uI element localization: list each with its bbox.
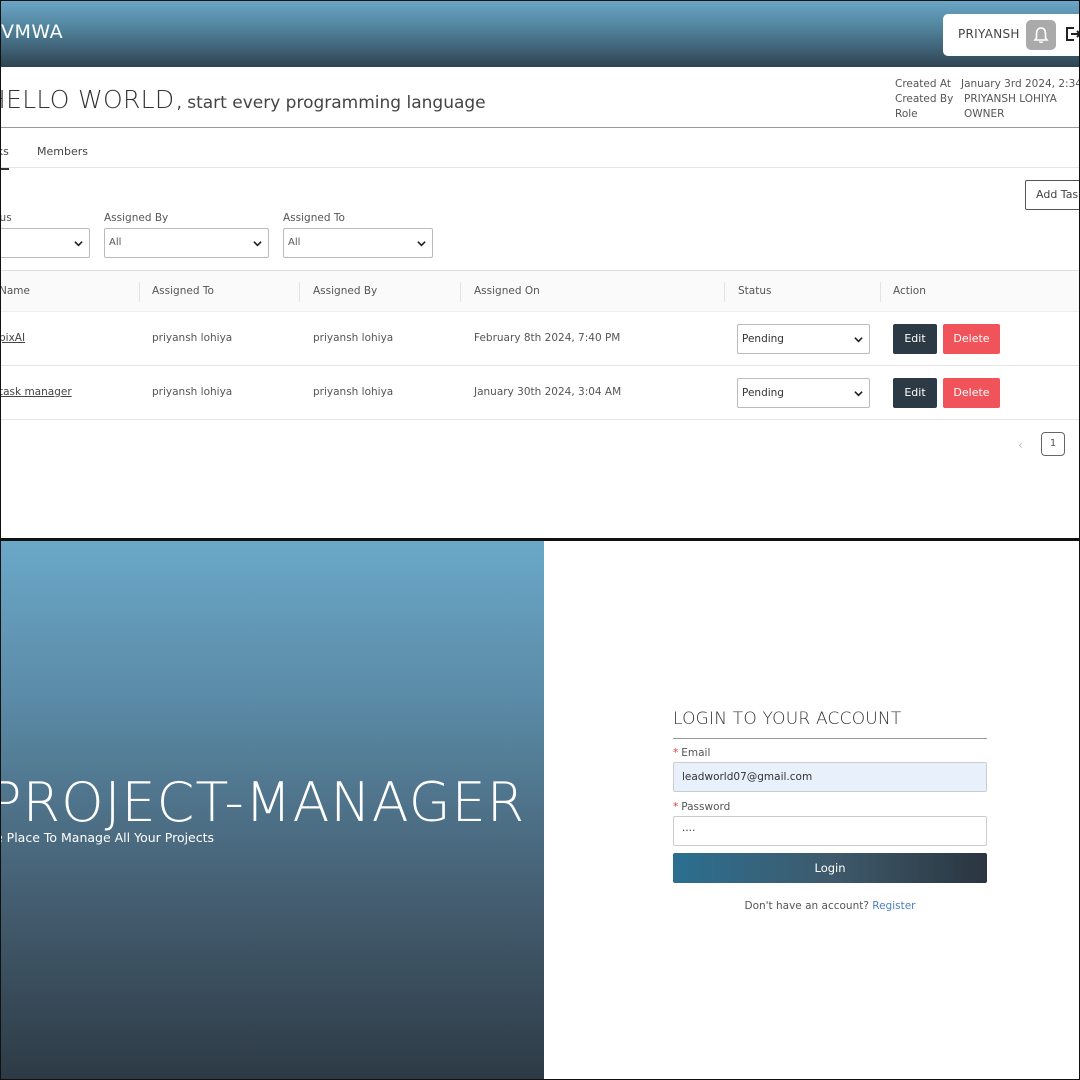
cell-assigned-on: January 30th 2024, 3:04 AM — [474, 386, 622, 398]
chevron-down-icon — [854, 391, 863, 397]
column-divider — [460, 282, 461, 302]
project-name: HELLO WORLD — [0, 85, 175, 114]
hero-title: PROJECT-MANAGER — [0, 771, 526, 834]
assigned-to-filter-label: Assigned To — [283, 212, 345, 224]
edit-button[interactable]: Edit — [893, 378, 937, 408]
password-label-text: Password — [681, 801, 731, 813]
column-divider — [139, 282, 140, 302]
project-header: HELLO WORLD, start every programming lan… — [1, 67, 1079, 128]
register-prompt-text: Don't have an account? — [744, 900, 869, 912]
tasks-table: Name Assigned To Assigned By Assigned On… — [1, 270, 1079, 420]
add-task-button[interactable]: Add Task — [1025, 180, 1079, 210]
chevron-down-icon — [253, 241, 262, 247]
user-name[interactable]: PRIYANSH — [958, 27, 1020, 41]
table-header: Name Assigned To Assigned By Assigned On… — [1, 270, 1079, 312]
login-button[interactable]: Login — [673, 853, 987, 883]
project-title: HELLO WORLD, start every programming lan… — [0, 85, 486, 114]
project-dashboard-window: VMWA PRIYANSH HELLO WORLD, start every p… — [0, 0, 1080, 540]
task-name-link[interactable]: task manager — [1, 386, 72, 398]
table-row: pixAI priyansh lohiya priyansh lohiya Fe… — [1, 312, 1079, 366]
assigned-by-filter-label: Assigned By — [104, 212, 169, 224]
status-filter-select[interactable] — [1, 228, 90, 258]
cell-assigned-to: priyansh lohiya — [152, 386, 233, 398]
column-header-assigned-to[interactable]: Assigned To — [152, 285, 214, 297]
cell-assigned-by: priyansh lohiya — [313, 332, 394, 344]
task-status-select[interactable]: Pending — [737, 378, 870, 408]
notification-button[interactable] — [1026, 20, 1056, 50]
table-row: task manager priyansh lohiya priyansh lo… — [1, 366, 1079, 420]
brand-logo[interactable]: VMWA — [1, 21, 63, 43]
meta-key: Created At — [895, 78, 952, 90]
email-label-text: Email — [681, 747, 711, 759]
hero-subtitle: e Place To Manage All Your Projects — [0, 830, 215, 845]
column-header-action: Action — [893, 285, 926, 297]
chevron-down-icon — [74, 241, 83, 247]
hero-banner: PROJECT-MANAGER e Place To Manage All Yo… — [0, 541, 544, 1079]
column-divider — [299, 282, 300, 302]
project-meta: Created At January 3rd 2024, 2:34 A Creat… — [895, 77, 1080, 122]
assigned-to-select[interactable]: All — [283, 228, 433, 258]
column-header-assigned-on[interactable]: Assigned On — [474, 285, 540, 297]
required-asterisk: * — [673, 747, 679, 759]
register-link[interactable]: Register — [872, 900, 915, 912]
meta-created-by: Created By PRIYANSH LOHIYA — [895, 92, 1079, 107]
delete-button[interactable]: Delete — [943, 378, 1000, 408]
task-name-link[interactable]: pixAI — [1, 332, 25, 344]
status-filter-label: atus — [0, 212, 12, 224]
column-header-assigned-by[interactable]: Assigned By — [313, 285, 377, 297]
cell-assigned-to: priyansh lohiya — [152, 332, 233, 344]
task-status-select[interactable]: Pending — [737, 324, 870, 354]
chevron-down-icon — [417, 241, 426, 247]
assigned-by-filter: Assigned By All — [104, 212, 269, 258]
assigned-by-value: All — [109, 237, 122, 248]
password-field[interactable]: ···· — [673, 816, 987, 846]
status-filter: atus — [0, 212, 90, 258]
tab-tasks[interactable]: sks — [1, 145, 9, 170]
meta-value: January 3rd 2024, 2:34 A — [961, 78, 1080, 90]
meta-role: Role OWNER — [895, 107, 1079, 122]
project-description: , start every programming language — [176, 93, 486, 113]
cell-assigned-by: priyansh lohiya — [313, 386, 394, 398]
login-title: LOGIN TO YOUR ACCOUNT — [673, 709, 987, 739]
meta-key: Created By — [895, 93, 954, 105]
email-label: * Email — [673, 747, 987, 759]
column-header-status[interactable]: Status — [738, 285, 771, 297]
delete-button[interactable]: Delete — [943, 324, 1000, 354]
required-asterisk: * — [673, 801, 679, 813]
column-divider — [880, 282, 881, 302]
column-divider — [724, 282, 725, 302]
login-window: PROJECT-MANAGER e Place To Manage All Yo… — [0, 540, 1080, 1080]
bell-icon — [1033, 27, 1049, 44]
meta-value: OWNER — [964, 108, 1005, 120]
assigned-to-value: All — [288, 237, 301, 248]
pagination-prev-button[interactable]: ‹ — [1018, 438, 1023, 452]
assigned-to-filter: Assigned To All — [283, 212, 433, 258]
column-header-name[interactable]: Name — [1, 285, 30, 297]
project-tabs: sks Members — [1, 129, 1079, 170]
meta-created-at: Created At January 3rd 2024, 2:34 A — [895, 77, 1080, 92]
email-field[interactable]: leadworld07@gmail.com — [673, 762, 987, 792]
password-label: * Password — [673, 801, 987, 813]
meta-key: Role — [895, 108, 918, 120]
tab-members[interactable]: Members — [37, 145, 88, 158]
pagination-page-button[interactable]: 1 — [1041, 432, 1065, 456]
login-form: LOGIN TO YOUR ACCOUNT * Email leadworld07… — [673, 709, 987, 912]
top-navbar: VMWA PRIYANSH — [1, 1, 1079, 67]
edit-button[interactable]: Edit — [893, 324, 937, 354]
assigned-by-select[interactable]: All — [104, 228, 269, 258]
cell-assigned-on: February 8th 2024, 7:40 PM — [474, 332, 621, 344]
logout-icon[interactable] — [1065, 26, 1080, 42]
task-status-value: Pending — [742, 333, 784, 345]
user-menu[interactable]: PRIYANSH — [943, 14, 1080, 56]
chevron-down-icon — [854, 337, 863, 343]
register-prompt: Don't have an account? Register — [673, 900, 987, 912]
meta-value: PRIYANSH LOHIYA — [964, 93, 1057, 105]
task-status-value: Pending — [742, 387, 784, 399]
